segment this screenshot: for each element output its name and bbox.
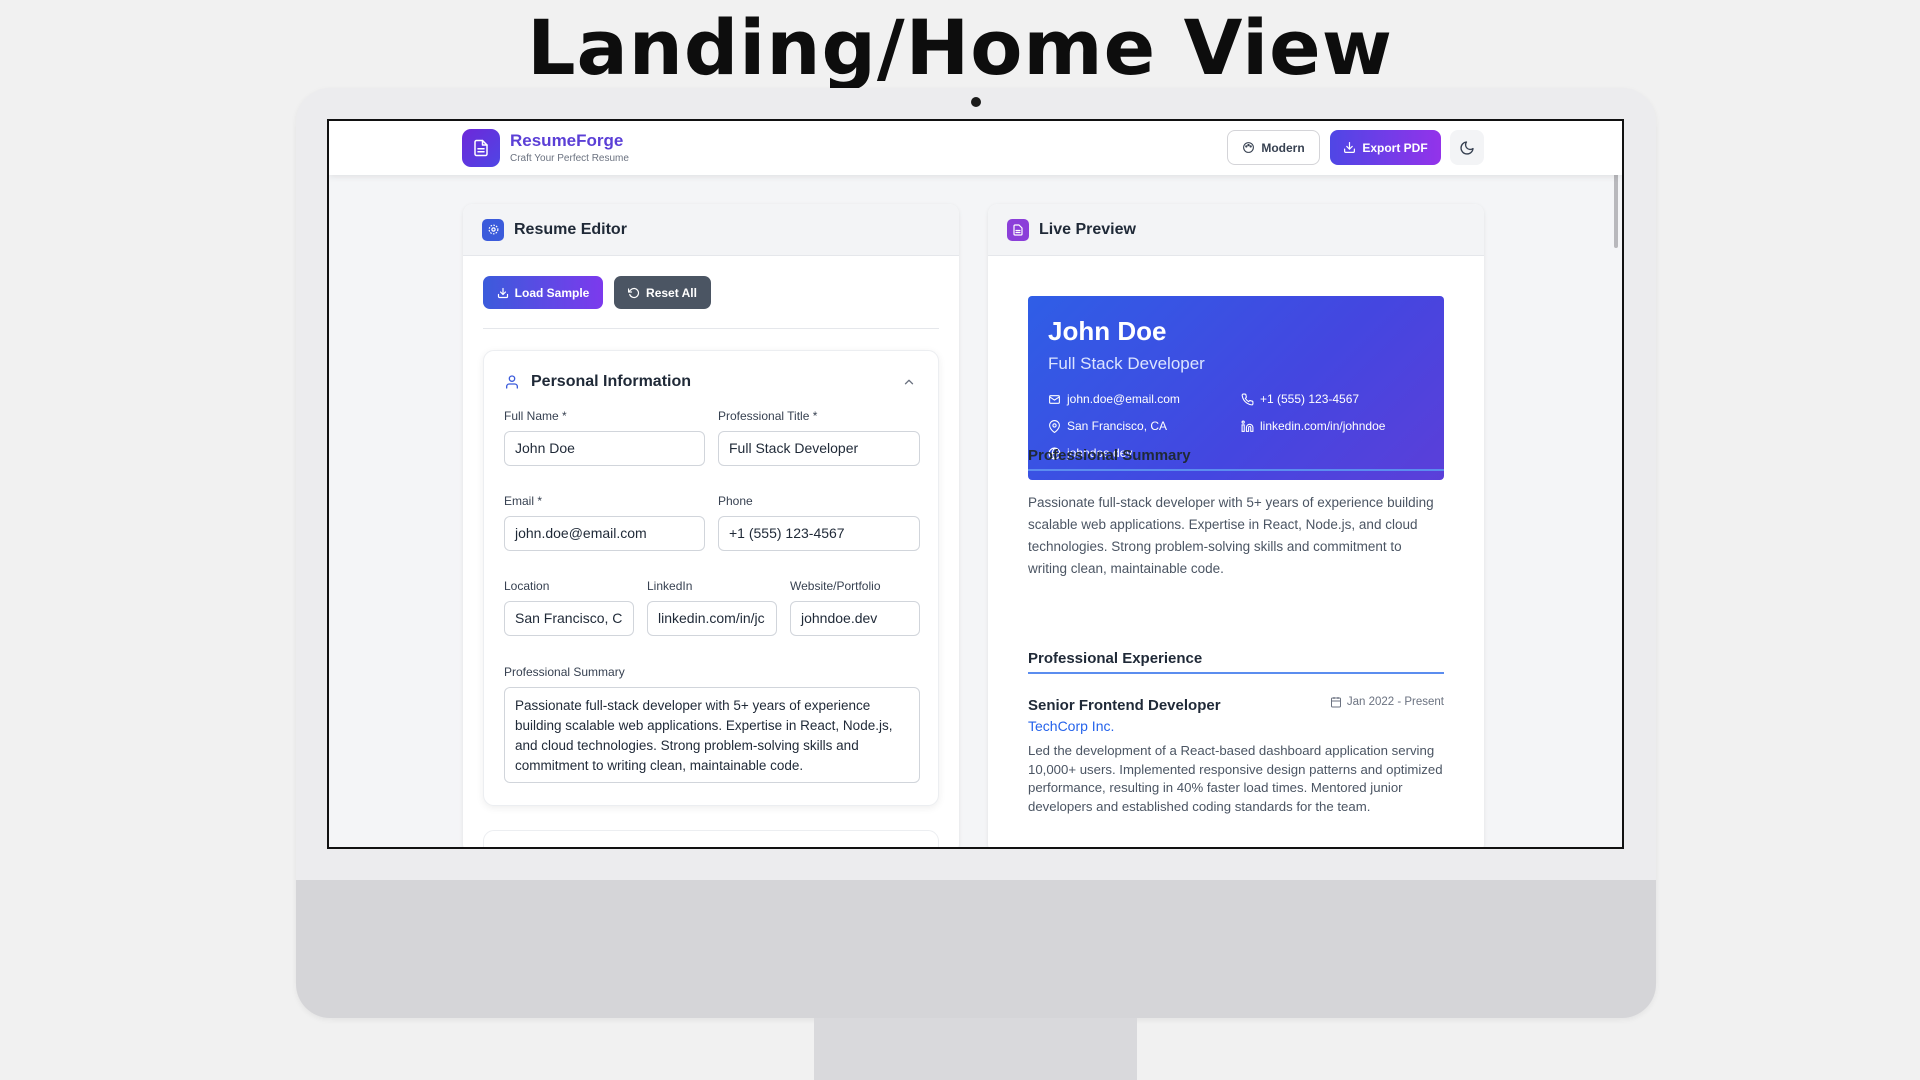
template-button-label: Modern xyxy=(1261,140,1305,155)
location-label: Location xyxy=(504,579,550,593)
resume-job-title: Full Stack Developer xyxy=(1048,354,1205,373)
contact-linkedin-text: linkedin.com/in/johndoe xyxy=(1260,419,1386,433)
contact-linkedin: linkedin.com/in/johndoe xyxy=(1241,419,1385,433)
theme-toggle-button[interactable] xyxy=(1450,130,1484,165)
resume-name: John Doe xyxy=(1048,316,1167,346)
document-icon xyxy=(474,139,488,157)
full-name-label: Full Name * xyxy=(504,409,567,423)
page-heading: Landing/Home View xyxy=(527,3,1393,92)
phone-icon xyxy=(1241,393,1254,405)
contact-location: San Francisco, CA xyxy=(1048,419,1167,433)
palette-icon xyxy=(1243,142,1255,153)
summary-label: Professional Summary xyxy=(504,665,625,679)
professional-title-input[interactable]: Full Stack Developer xyxy=(718,431,920,466)
summary-text: Passionate full-stack developer with 5+ … xyxy=(1028,495,1434,576)
location-input[interactable]: San Francisco, C xyxy=(504,601,634,636)
contact-phone-text: +1 (555) 123-4567 xyxy=(1260,392,1360,406)
divider xyxy=(483,328,939,329)
file-text-icon xyxy=(1007,218,1029,241)
website-label: Website/Portfolio xyxy=(790,579,881,593)
top-navbar: ResumeForge Craft Your Perfect Resume Mo… xyxy=(329,121,1622,175)
reset-all-button[interactable]: Reset All xyxy=(614,276,711,309)
monitor-chin xyxy=(296,880,1656,1018)
personal-info-section: Personal Information Full Name * John Do… xyxy=(483,350,939,806)
full-name-input[interactable]: John Doe xyxy=(504,431,705,466)
email-input[interactable]: john.doe@email.com xyxy=(504,516,705,551)
linkedin-label: LinkedIn xyxy=(647,579,693,593)
contact-email-text: john.doe@email.com xyxy=(1067,392,1180,406)
load-sample-label: Load Sample xyxy=(514,285,590,300)
template-button[interactable]: Modern xyxy=(1227,130,1320,165)
linkedin-icon xyxy=(1241,420,1254,432)
brand-tagline: Craft Your Perfect Resume xyxy=(510,153,629,164)
user-icon xyxy=(506,375,518,389)
summary-underline xyxy=(1028,469,1444,471)
experience-underline xyxy=(1028,672,1444,674)
contact-phone: +1 (555) 123-4567 xyxy=(1241,392,1359,406)
contact-email: john.doe@email.com xyxy=(1048,392,1180,406)
phone-label: Phone xyxy=(718,494,753,508)
website-input[interactable]: johndoe.dev xyxy=(790,601,920,636)
rotate-ccw-icon xyxy=(628,287,640,298)
preview-header: Live Preview xyxy=(988,204,1484,256)
export-pdf-label: Export PDF xyxy=(1362,140,1428,155)
contact-location-text: San Francisco, CA xyxy=(1067,419,1168,433)
load-sample-button[interactable]: Load Sample xyxy=(483,276,603,309)
download-icon xyxy=(1344,142,1356,153)
monitor-stand xyxy=(814,1018,1137,1080)
brand-name: ResumeForge xyxy=(510,131,624,150)
job-dates-text: Jan 2022 - Present xyxy=(1346,696,1444,708)
camera-dot xyxy=(971,97,981,107)
editor-header: Resume Editor xyxy=(463,204,959,256)
calendar-icon xyxy=(1330,697,1341,708)
personal-info-title: Personal Information xyxy=(531,373,692,390)
editor-title: Resume Editor xyxy=(514,220,627,238)
logo[interactable] xyxy=(462,129,500,167)
job-dates: Jan 2022 - Present xyxy=(1330,696,1444,708)
settings-icon xyxy=(482,218,504,241)
moon-icon xyxy=(1460,140,1474,155)
mail-icon xyxy=(1049,394,1060,404)
job-description: Led the development of a React-based das… xyxy=(1028,743,1443,814)
app-screen: ResumeForge Craft Your Perfect Resume Mo… xyxy=(327,119,1624,849)
email-label: Email * xyxy=(504,494,543,508)
job-company: TechCorp Inc. xyxy=(1028,718,1115,734)
experience-heading: Professional Experience xyxy=(1028,650,1203,667)
next-section-card[interactable] xyxy=(483,830,939,847)
linkedin-input[interactable]: linkedin.com/in/jc xyxy=(647,601,777,636)
professional-title-label: Professional Title * xyxy=(718,409,818,423)
download-icon xyxy=(497,287,508,298)
live-preview-panel: Live Preview John Doe Full Stack Develop… xyxy=(988,204,1484,847)
phone-input[interactable]: +1 (555) 123-4567 xyxy=(718,516,920,551)
summary-heading: Professional Summary xyxy=(1028,447,1191,464)
job-role: Senior Frontend Developer xyxy=(1028,697,1221,714)
summary-textarea[interactable]: Passionate full-stack developer with 5+ … xyxy=(504,687,920,783)
resume-editor-panel: Resume Editor Load Sample Reset All Pers… xyxy=(463,204,959,847)
preview-title: Live Preview xyxy=(1039,220,1136,238)
map-pin-icon xyxy=(1049,419,1060,433)
chevron-up-icon[interactable] xyxy=(902,375,916,389)
reset-all-label: Reset All xyxy=(646,285,697,300)
export-pdf-button[interactable]: Export PDF xyxy=(1330,130,1441,165)
